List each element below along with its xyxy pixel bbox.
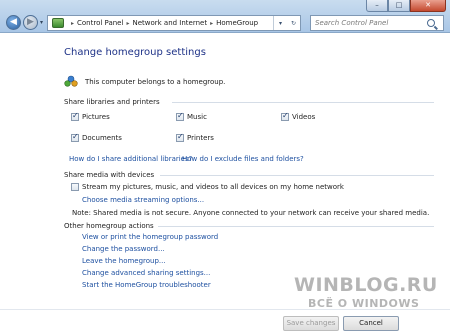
change-password-link[interactable]: Change the password... — [82, 245, 165, 253]
checkbox-checked-icon[interactable] — [281, 111, 289, 121]
control-panel-icon — [52, 18, 64, 28]
other-actions-section-title: Other homegroup actions — [64, 222, 154, 230]
checkbox-checked-icon[interactable] — [71, 132, 79, 142]
share-additional-libraries-link[interactable]: How do I share additional libraries? — [69, 155, 192, 163]
breadcrumb-separator-icon[interactable]: ▸ — [210, 20, 213, 27]
window-titlebar: – □ ✕ ◀ ▶ ▾ ▸ Control Panel ▸ Network an… — [0, 0, 450, 33]
homegroup-icon — [64, 75, 78, 87]
back-button[interactable]: ◀ — [6, 15, 21, 30]
close-button[interactable]: ✕ — [410, 0, 446, 12]
history-dropdown-icon[interactable]: ▾ — [40, 19, 43, 26]
printers-checkbox[interactable]: Printers — [176, 132, 214, 142]
breadcrumb-network-and-internet[interactable]: Network and Internet — [132, 19, 207, 27]
checkbox-checked-icon[interactable] — [176, 111, 184, 121]
page-title: Change homegroup settings — [64, 47, 206, 58]
videos-label: Videos — [292, 113, 316, 121]
homegroup-troubleshooter-link[interactable]: Start the HomeGroup troubleshooter — [82, 281, 211, 289]
printers-label: Printers — [187, 134, 214, 142]
checkbox-checked-icon[interactable] — [71, 111, 79, 121]
checkbox-checked-icon[interactable] — [176, 132, 184, 142]
address-bar-actions: ▾ ↻ — [273, 16, 300, 30]
videos-checkbox[interactable]: Videos — [281, 111, 316, 121]
section-divider — [158, 226, 434, 227]
documents-checkbox[interactable]: Documents — [71, 132, 122, 142]
stream-media-checkbox[interactable]: Stream my pictures, music, and videos to… — [71, 183, 344, 191]
address-dropdown-icon[interactable]: ▾ — [274, 16, 287, 30]
breadcrumb-homegroup[interactable]: HomeGroup — [216, 19, 258, 27]
breadcrumb-control-panel[interactable]: Control Panel — [77, 19, 123, 27]
breadcrumb-separator-icon[interactable]: ▸ — [71, 20, 74, 27]
forward-button[interactable]: ▶ — [23, 15, 38, 30]
search-input[interactable] — [311, 19, 423, 27]
exclude-files-link[interactable]: How do I exclude files and folders? — [182, 155, 304, 163]
address-bar[interactable]: ▸ Control Panel ▸ Network and Internet ▸… — [47, 15, 301, 31]
watermark-title: WINBLOG.RU — [294, 274, 438, 296]
media-streaming-options-link[interactable]: Choose media streaming options... — [82, 196, 204, 204]
window-controls: – □ ✕ — [366, 0, 446, 12]
documents-label: Documents — [82, 134, 122, 142]
media-note: Note: Shared media is not secure. Anyone… — [72, 209, 430, 217]
pictures-checkbox[interactable]: Pictures — [71, 111, 110, 121]
refresh-icon[interactable]: ↻ — [287, 16, 300, 30]
libraries-section-title: Share libraries and printers — [64, 98, 160, 106]
watermark-subtitle: ВСЁ О WINDOWS — [308, 297, 420, 310]
breadcrumb-separator-icon[interactable]: ▸ — [126, 20, 129, 27]
watermark: WINBLOG.RU ВСЁ О WINDOWS — [294, 274, 444, 322]
search-box[interactable] — [310, 15, 444, 31]
media-section-title: Share media with devices — [64, 171, 155, 179]
search-icon[interactable] — [427, 19, 435, 27]
pictures-label: Pictures — [82, 113, 110, 121]
advanced-sharing-settings-link[interactable]: Change advanced sharing settings... — [82, 269, 210, 277]
section-divider — [172, 102, 434, 103]
leave-homegroup-link[interactable]: Leave the homegroup... — [82, 257, 166, 265]
stream-media-label: Stream my pictures, music, and videos to… — [82, 183, 344, 191]
membership-text: This computer belongs to a homegroup. — [85, 78, 226, 86]
music-label: Music — [187, 113, 207, 121]
view-print-password-link[interactable]: View or print the homegroup password — [82, 233, 218, 241]
maximize-button[interactable]: □ — [388, 0, 410, 12]
music-checkbox[interactable]: Music — [176, 111, 207, 121]
minimize-button[interactable]: – — [366, 0, 388, 12]
section-divider — [160, 175, 434, 176]
checkbox-unchecked-icon[interactable] — [71, 183, 79, 191]
